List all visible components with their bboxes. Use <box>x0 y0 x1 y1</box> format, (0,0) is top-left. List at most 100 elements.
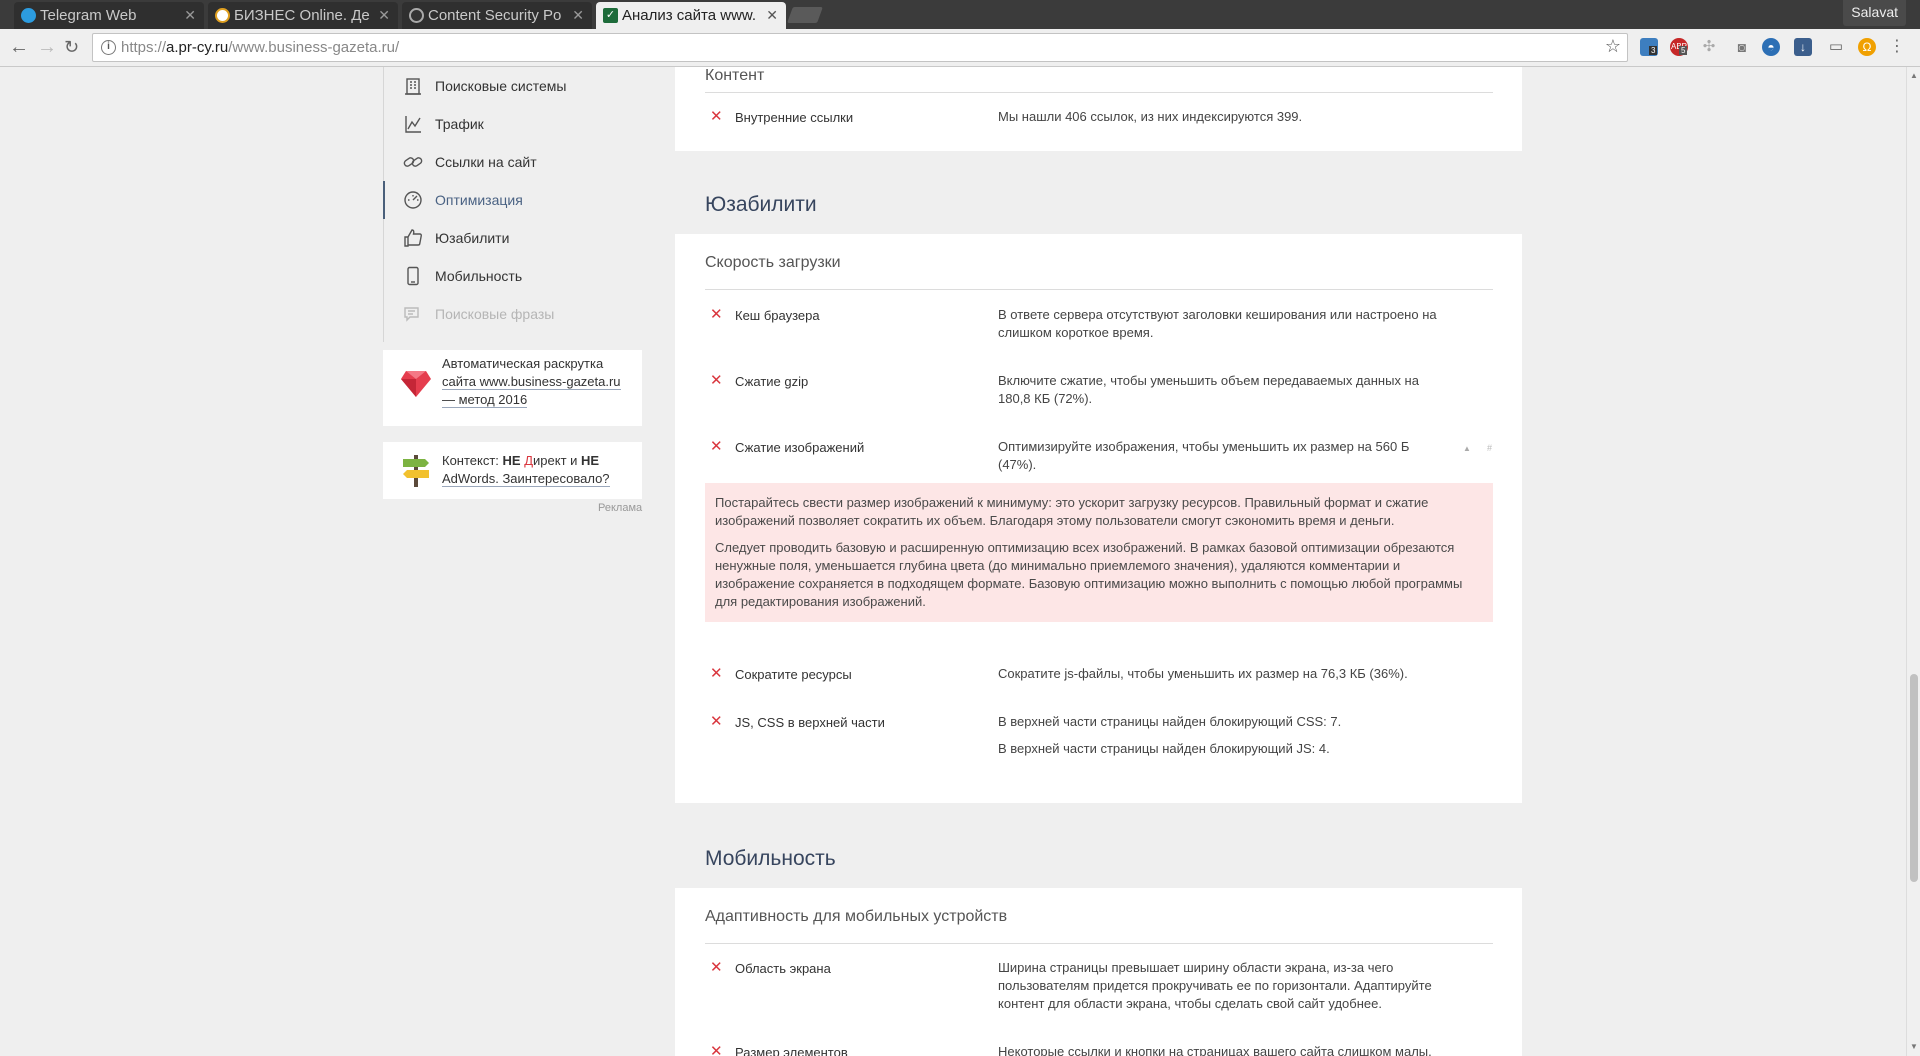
promo-link[interactable]: AdWords. Заинтересовало? <box>442 471 610 487</box>
camera-icon[interactable]: ◙ <box>1733 38 1751 56</box>
active-indicator <box>383 181 385 219</box>
url-text: https://a.pr-cy.ru/www.business-gazeta.r… <box>121 39 400 56</box>
phone-icon <box>407 266 419 286</box>
promo-context-ads[interactable]: Контекст: НЕ Директ и НЕ AdWords. Заинте… <box>383 442 642 499</box>
forward-icon[interactable]: → <box>37 37 57 57</box>
fail-icon: ✕ <box>710 372 723 389</box>
collapse-arrow-icon[interactable]: ▲ <box>1463 444 1471 453</box>
promo-text-bold: НЕ <box>502 453 525 468</box>
check-name[interactable]: Сократите ресурсы <box>735 667 852 682</box>
scrollbar-thumb[interactable] <box>1910 674 1918 882</box>
fail-icon: ✕ <box>710 713 723 730</box>
promo-text-part: Контекст: <box>442 453 503 468</box>
sidebar-item-traffic[interactable]: Трафик <box>383 105 643 143</box>
promo-text: Автоматическая раскрутка сайта www.busin… <box>442 355 621 409</box>
tab-title: Telegram Web <box>40 7 137 24</box>
check-description: Включите сжатие, чтобы уменьшить объем п… <box>998 373 1419 406</box>
avatar-extension-icon[interactable]: Ω <box>1858 38 1876 56</box>
new-tab-button[interactable] <box>787 7 823 23</box>
hint-box: Постарайтесь свести размер изображений к… <box>705 483 1493 622</box>
promo-link[interactable]: сайта www.business-gazeta.ru <box>442 374 621 390</box>
close-tab-icon[interactable]: ✕ <box>572 2 584 29</box>
menu-icon[interactable]: ⋮ <box>1888 38 1906 56</box>
check-name[interactable]: Область экрана <box>735 961 831 976</box>
check-description: Некоторые ссылки и кнопки на страницах в… <box>998 1044 1432 1056</box>
extension-lock-icon[interactable]: 3 <box>1640 38 1658 56</box>
ad-label: Реклама <box>598 502 643 514</box>
sidebar-item-label: Оптимизация <box>435 192 523 208</box>
promo-link[interactable]: — метод 2016 <box>442 392 528 408</box>
reload-icon[interactable]: ↻ <box>64 37 79 57</box>
scroll-up-arrow-icon[interactable]: ▲ <box>1910 71 1918 80</box>
adblock-icon[interactable]: ABP5 <box>1670 38 1688 56</box>
check-description: Мы нашли 406 ссылок, из них индексируютс… <box>998 109 1303 124</box>
globe-extension-icon[interactable]: ◓ <box>1762 38 1780 56</box>
section-title: Контент <box>705 67 765 84</box>
close-tab-icon[interactable]: ✕ <box>766 2 778 29</box>
checkmark-icon: ✓ <box>603 8 618 23</box>
mobility-heading: Мобильность <box>705 847 836 870</box>
check-name[interactable]: Кеш браузера <box>735 308 820 323</box>
tab-telegram[interactable]: Telegram Web ✕ <box>14 2 204 29</box>
mobile-adaptivity-panel: Адаптивность для мобильных устройств ✕ О… <box>675 888 1522 1056</box>
check-name[interactable]: Внутренние ссылки <box>735 110 853 125</box>
check-name[interactable]: Размер элементов <box>735 1045 848 1056</box>
tab-site-analysis[interactable]: ✓ Анализ сайта www. ✕ <box>596 2 786 30</box>
sidebar-item-search-phrases[interactable]: Поисковые фразы <box>383 295 643 333</box>
ruby-gem-icon <box>401 371 431 397</box>
close-tab-icon[interactable]: ✕ <box>184 2 196 29</box>
tab-title: Content Security Po <box>428 7 562 24</box>
tab-title: Анализ сайта www. <box>622 7 757 24</box>
speedometer-icon <box>404 191 422 209</box>
scroll-down-arrow-icon[interactable]: ▼ <box>1910 1042 1918 1051</box>
check-description: Сократите js-файлы, чтобы уменьшить их р… <box>998 666 1408 681</box>
address-bar[interactable]: i https://a.pr-cy.ru/www.business-gazeta… <box>92 33 1628 62</box>
check-name[interactable]: Сжатие изображений <box>735 440 864 455</box>
sidebar-item-optimization[interactable]: Оптимизация <box>383 181 643 219</box>
chart-icon <box>405 116 421 133</box>
check-description: Оптимизируйте изображения, чтобы уменьши… <box>998 439 1410 472</box>
page-scrollbar[interactable]: ▲ ▼ <box>1906 67 1920 1056</box>
tab-content-security[interactable]: Content Security Po ✕ <box>402 2 592 29</box>
fail-icon: ✕ <box>710 1043 723 1056</box>
section-title: Скорость загрузки <box>705 254 841 271</box>
download-icon[interactable]: ↓ <box>1794 38 1812 56</box>
sidebar-item-label: Поисковые фразы <box>435 306 555 322</box>
anchor-link[interactable]: # <box>1487 443 1492 453</box>
link-icon <box>403 157 423 167</box>
promo-seo-method[interactable]: Автоматическая раскрутка сайта www.busin… <box>383 350 642 426</box>
fail-icon: ✕ <box>710 959 723 976</box>
sidebar-item-label: Поисковые системы <box>435 78 567 94</box>
loading-icon <box>409 8 424 23</box>
back-icon[interactable]: ← <box>9 37 29 57</box>
sidebar-item-search-engines[interactable]: Поисковые системы <box>383 67 643 105</box>
page-viewport: Поисковые системы Трафик Ссылки на сайт … <box>0 67 1906 1056</box>
content-panel: Контент ✕ Внутренние ссылки Мы нашли 406… <box>675 67 1522 151</box>
hint-paragraph: Следует проводить базовую и расширенную … <box>715 540 1463 609</box>
sidebar-item-mobility[interactable]: Мобильность <box>383 257 643 295</box>
divider <box>705 92 1493 93</box>
check-description: В верхней части страницы найден блокирую… <box>998 741 1330 756</box>
fail-icon: ✕ <box>710 665 723 682</box>
sidebar-item-usability[interactable]: Юзабилити <box>383 219 643 257</box>
hint-paragraph: Постарайтесь свести размер изображений к… <box>715 495 1429 528</box>
check-description: В верхней части страницы найден блокирую… <box>998 714 1342 729</box>
puzzle-extension-icon[interactable]: ✣ <box>1700 38 1718 56</box>
sidebar-menu: Поисковые системы Трафик Ссылки на сайт … <box>383 67 643 342</box>
sidebar-item-backlinks[interactable]: Ссылки на сайт <box>383 143 643 181</box>
section-title: Адаптивность для мобильных устройств <box>705 908 1008 925</box>
telegram-icon <box>21 8 36 23</box>
close-tab-icon[interactable]: ✕ <box>378 2 390 29</box>
cast-icon[interactable]: ▭ <box>1827 38 1845 56</box>
browser-toolbar: ← → ↻ i https://a.pr-cy.ru/www.business-… <box>0 29 1920 67</box>
info-icon[interactable]: i <box>101 40 116 55</box>
check-name[interactable]: Сжатие gzip <box>735 374 808 389</box>
check-name[interactable]: JS, CSS в верхней части <box>735 715 885 730</box>
promo-text-red: Д <box>524 453 534 468</box>
profile-button[interactable]: Salavat <box>1843 0 1906 26</box>
signpost-icon <box>403 455 429 487</box>
sidebar-item-label: Ссылки на сайт <box>435 154 537 170</box>
bookmark-star-icon[interactable]: ☆ <box>1605 36 1621 57</box>
check-description: В ответе сервера отсутствуют заголовки к… <box>998 307 1437 340</box>
tab-business-online[interactable]: БИЗНЕС Online. Де ✕ <box>208 2 398 29</box>
